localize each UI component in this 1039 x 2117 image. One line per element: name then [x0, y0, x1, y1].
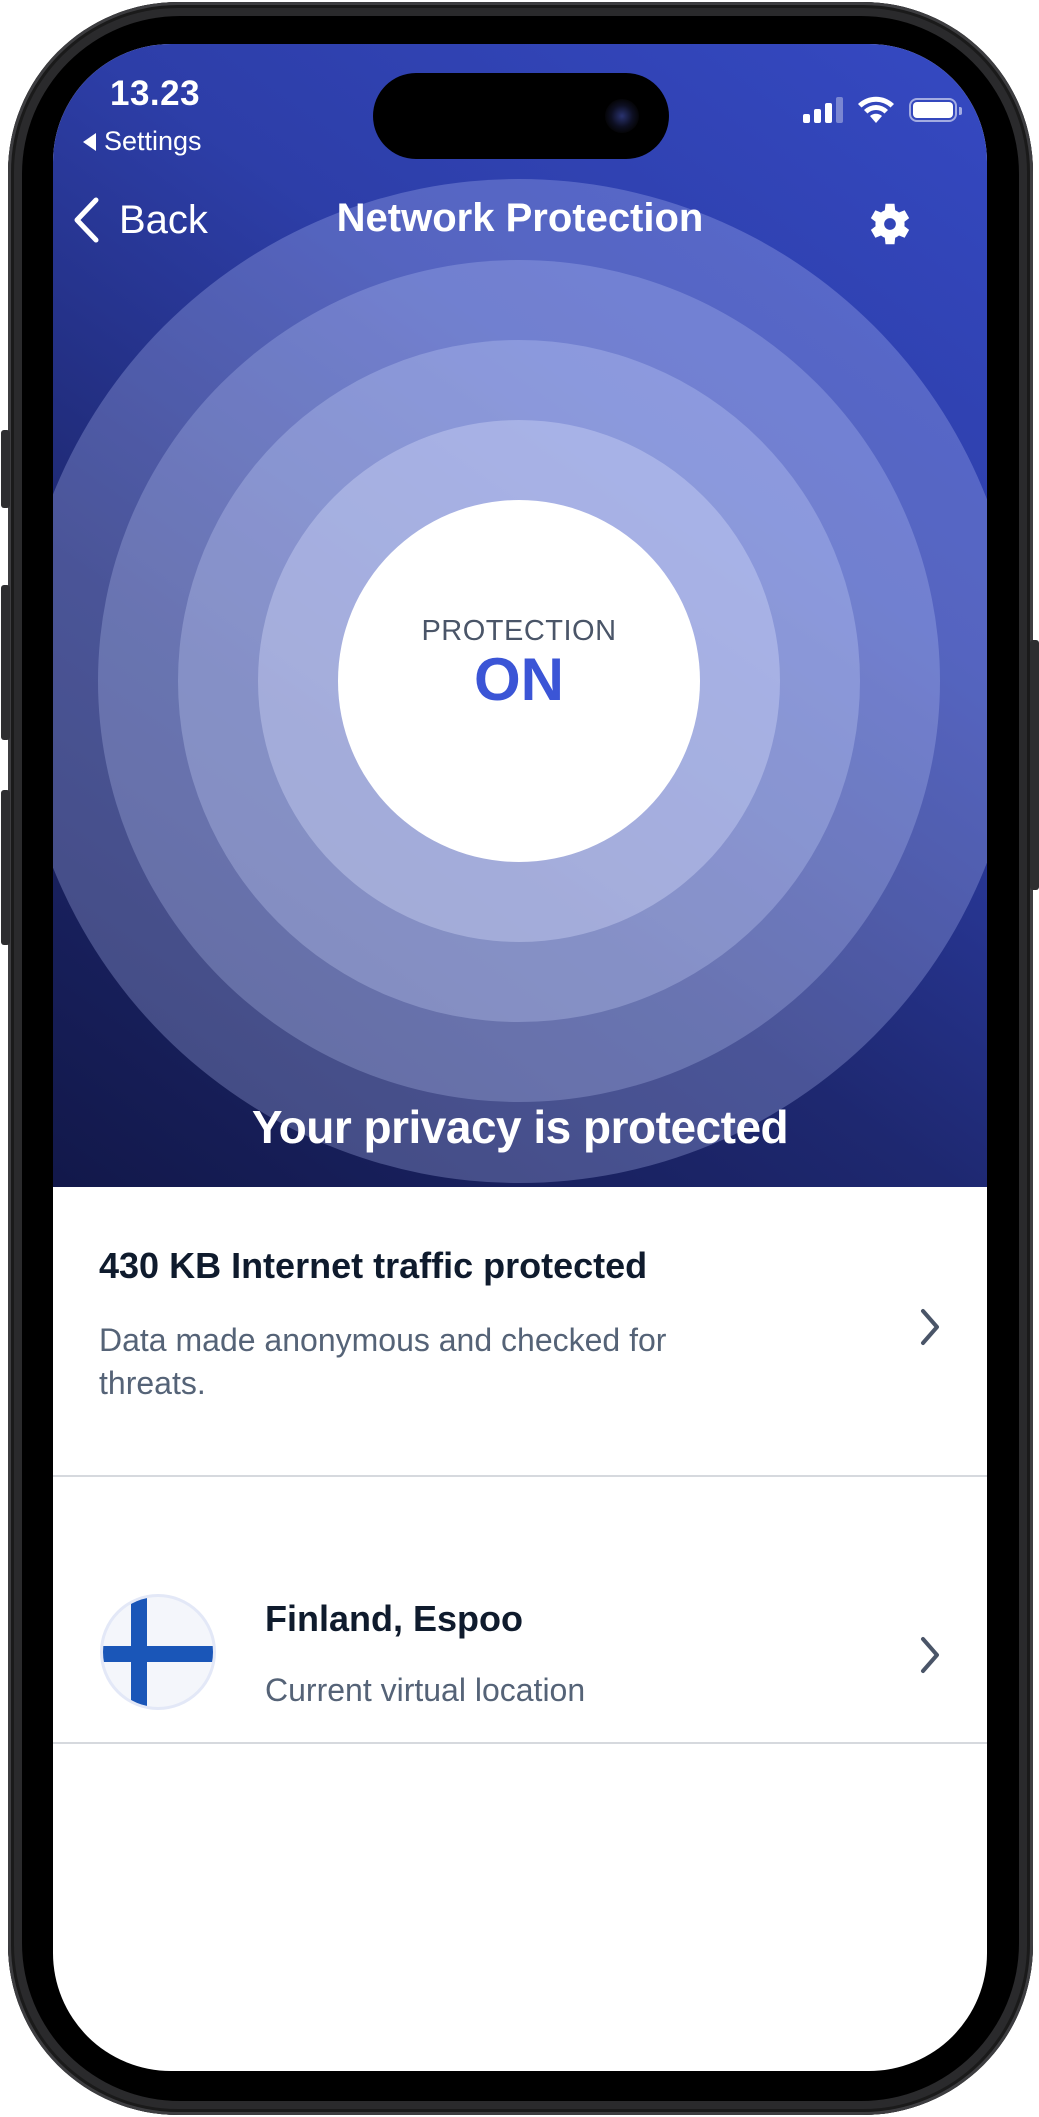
protection-label: PROTECTION — [421, 614, 617, 647]
chevron-right-icon — [921, 1309, 939, 1345]
signal-icon — [803, 97, 843, 123]
wifi-icon — [858, 96, 894, 123]
list-item-traffic[interactable]: 430 KB Internet traffic protected Data m… — [53, 1187, 987, 1476]
traffic-title: 430 KB Internet traffic protected — [99, 1245, 648, 1286]
protection-state: ON — [474, 645, 564, 713]
volume-up-button — [1, 585, 10, 740]
return-app-label: Settings — [104, 126, 202, 156]
action-button — [1, 430, 10, 508]
return-to-settings[interactable]: Settings — [83, 126, 202, 157]
finland-flag-icon — [100, 1594, 216, 1710]
app-screen: PROTECTION ON 13.23 Settings Back Networ… — [53, 44, 987, 2071]
dynamic-island — [373, 73, 669, 159]
status-time: 13.23 — [110, 74, 201, 113]
back-triangle-icon — [83, 132, 96, 151]
back-label: Back — [119, 197, 208, 242]
protection-hero: PROTECTION ON 13.23 Settings Back Networ… — [53, 44, 987, 1187]
status-icons — [803, 96, 962, 124]
camera-icon — [605, 99, 639, 133]
location-description: Current virtual location — [265, 1672, 586, 1708]
gear-icon[interactable] — [863, 197, 917, 251]
location-title: Finland, Espoo — [265, 1598, 523, 1639]
power-button — [1030, 640, 1039, 890]
privacy-status-caption: Your privacy is protected — [251, 1101, 789, 1153]
battery-full-icon — [909, 98, 962, 122]
back-button[interactable]: Back — [71, 196, 208, 244]
traffic-description: Data made anonymous and checked for thre… — [99, 1322, 667, 1401]
chevron-right-icon — [921, 1637, 939, 1673]
divider — [53, 1742, 987, 1744]
protection-status-circle[interactable]: PROTECTION ON — [338, 500, 700, 862]
volume-down-button — [1, 790, 10, 945]
chevron-left-icon — [74, 197, 99, 243]
list-item-location[interactable]: Finland, Espoo Current virtual location — [53, 1477, 987, 1742]
